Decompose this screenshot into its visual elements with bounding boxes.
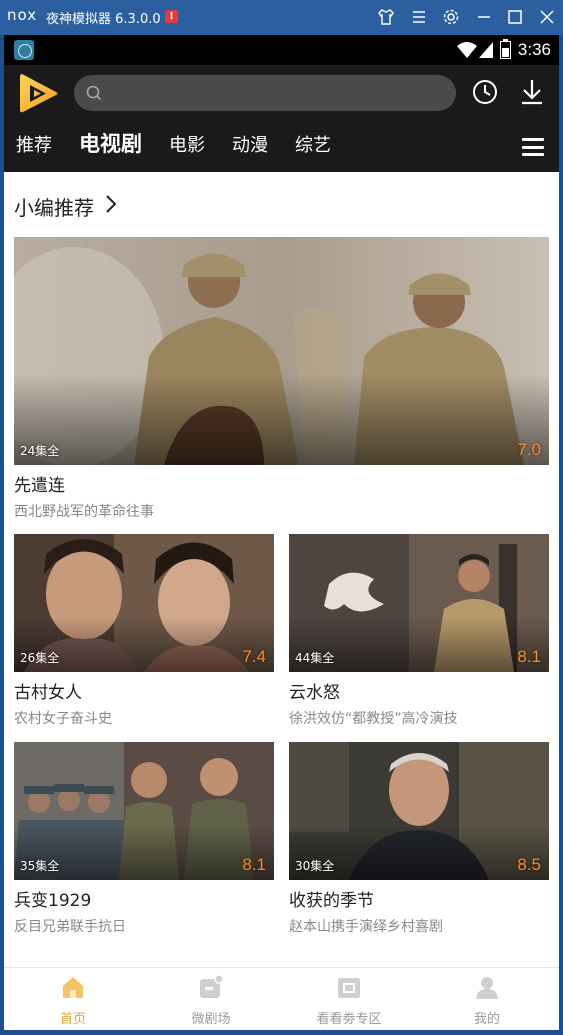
menu-icon[interactable]	[409, 7, 429, 27]
rating-score: 7.0	[517, 440, 541, 459]
tab-variety[interactable]: 综艺	[295, 134, 331, 158]
soldiers-on-horseback-image	[14, 237, 549, 465]
emulator-title: 夜神模拟器 6.3.0.0	[46, 12, 161, 27]
show-poster[interactable]: 35集全 8.1	[14, 742, 274, 880]
status-time: 3:36	[517, 40, 551, 59]
tab-tv-series[interactable]: 电视剧	[79, 132, 142, 156]
episode-count: 26集全	[20, 651, 60, 665]
emulator-logo: nox	[7, 6, 38, 24]
search-icon	[86, 85, 102, 101]
shirt-icon[interactable]	[376, 7, 396, 27]
show-card[interactable]: 26集全 7.4 古村女人 农村女子奋斗史	[14, 534, 274, 728]
nav-home[interactable]: 首页	[4, 968, 142, 1030]
bottom-navigation: 首页 微剧场 看看劵专区 我的	[4, 967, 559, 1030]
wifi-icon	[457, 42, 477, 58]
show-title[interactable]: 收获的季节	[289, 886, 549, 911]
tab-recommend[interactable]: 推荐	[16, 134, 52, 158]
episode-count: 24集全	[20, 444, 60, 458]
show-card[interactable]: 35集全 8.1 兵变1929 反目兄弟联手抗日	[14, 742, 274, 936]
main-content: 小编推荐 24集全 7.0 先遣连 西北野战军的革命往事 26集全 7.4 古村…	[4, 172, 559, 967]
show-description: 赵本山携手演绎乡村喜剧	[289, 919, 443, 935]
nav-home-label: 首页	[59, 1012, 86, 1027]
section-title[interactable]: 小编推荐	[14, 192, 94, 221]
status-bar: 3:36	[4, 35, 559, 65]
app-logo-icon[interactable]	[16, 71, 61, 116]
rating-score: 8.1	[242, 855, 266, 874]
show-description: 徐洪效仿“都教授”高冷演技	[289, 711, 458, 727]
app-notification-icon	[14, 40, 34, 60]
close-icon[interactable]	[537, 7, 557, 27]
featured-show-card[interactable]: 24集全 7.0 先遣连 西北野战军的革命往事	[14, 237, 549, 521]
show-description: 农村女子奋斗史	[14, 711, 112, 727]
nav-ticket-zone-label: 看看劵专区	[316, 1012, 382, 1027]
show-poster[interactable]: 30集全 8.5	[289, 742, 549, 880]
maximize-icon[interactable]	[505, 7, 525, 27]
tab-movies[interactable]: 电影	[169, 134, 205, 158]
search-input[interactable]	[74, 75, 456, 111]
emulator-alert-icon[interactable]: !	[165, 10, 178, 23]
episode-count: 44集全	[295, 651, 335, 665]
chevron-right-icon[interactable]	[104, 194, 118, 214]
emulator-title-bar: nox 夜神模拟器 6.3.0.0 !	[0, 0, 563, 35]
phone-screen: 3:36 推荐 电视剧 电影 动漫 综艺 小编推荐 24集全 7.0 先遣连 西…	[4, 35, 559, 1030]
minimize-icon[interactable]	[474, 7, 494, 27]
home-icon	[63, 977, 83, 998]
show-title[interactable]: 云水怒	[289, 678, 549, 703]
settings-icon[interactable]	[441, 7, 461, 27]
show-description: 反目兄弟联手抗日	[14, 919, 126, 935]
show-title[interactable]: 兵变1929	[14, 886, 274, 911]
nav-profile-label: 我的	[473, 1012, 500, 1027]
rating-score: 8.1	[517, 647, 541, 666]
nav-ticket-zone[interactable]: 看看劵专区	[280, 968, 418, 1030]
rating-score: 8.5	[517, 855, 541, 874]
ticket-icon	[338, 978, 360, 998]
episode-count: 30集全	[295, 859, 335, 873]
nav-mini-theater-label: 微剧场	[191, 1012, 231, 1027]
signal-icon	[479, 42, 493, 58]
nav-profile[interactable]: 我的	[418, 968, 556, 1030]
category-tabs: 推荐 电视剧 电影 动漫 综艺	[4, 122, 559, 172]
mini-theater-icon	[200, 974, 224, 998]
episode-count: 35集全	[20, 859, 60, 873]
download-icon[interactable]	[519, 78, 545, 106]
show-poster[interactable]: 26集全 7.4	[14, 534, 274, 672]
app-header	[4, 65, 559, 122]
show-title[interactable]: 先遣连	[14, 471, 549, 496]
hamburger-menu-icon[interactable]	[522, 138, 544, 156]
show-card[interactable]: 30集全 8.5 收获的季节 赵本山携手演绎乡村喜剧	[289, 742, 549, 936]
featured-show-poster[interactable]: 24集全 7.0	[14, 237, 549, 465]
profile-icon	[476, 977, 498, 999]
battery-icon	[500, 39, 511, 59]
nav-mini-theater[interactable]: 微剧场	[142, 968, 280, 1030]
history-icon[interactable]	[472, 79, 498, 105]
tab-anime[interactable]: 动漫	[232, 134, 268, 158]
show-card[interactable]: 44集全 8.1 云水怒 徐洪效仿“都教授”高冷演技	[289, 534, 549, 728]
rating-score: 7.4	[242, 647, 266, 666]
show-poster[interactable]: 44集全 8.1	[289, 534, 549, 672]
show-description: 西北野战军的革命往事	[14, 504, 154, 520]
show-title[interactable]: 古村女人	[14, 678, 274, 703]
